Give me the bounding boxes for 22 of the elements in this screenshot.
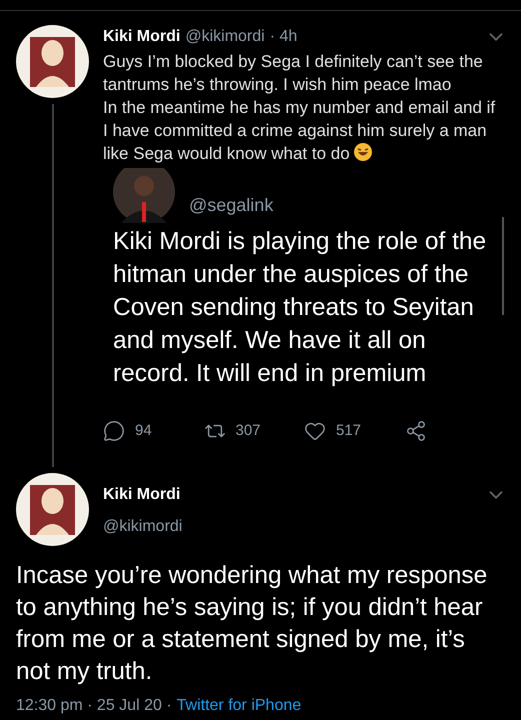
heart-icon[interactable]	[304, 420, 326, 442]
avatar[interactable]	[16, 25, 89, 98]
author-handle: @kikimordi	[185, 27, 265, 47]
tweet-text: Incase you’re wondering what my response to anything he’s saying is; if you didn’t hear from me or a statement signed by me, it’s not my truth.	[15, 560, 488, 686]
tweet-timestamp: 12:30 pm · 25 Jul 20 ·	[16, 696, 172, 716]
author-name: Kiki Mordi	[103, 484, 180, 504]
author-name: Kiki Mordi	[103, 27, 180, 47]
stat-count: 517	[336, 421, 362, 441]
tweet-text: In the meantime he has my number and email and if I have committed a crime against him surely a man like Sega would know what to do	[103, 97, 496, 165]
author-handle: @kikimordi	[103, 516, 184, 536]
stat-count: 307	[236, 421, 261, 441]
quoted-text: Kiki Mordi is playing the role of the hitman under the auspices of the Coven sending threats to Seyitan and myself. We have it all on record. It will end in premium	[113, 227, 488, 389]
quoted-handle: @segalink	[189, 194, 274, 217]
reply-icon[interactable]	[103, 420, 125, 442]
share-icon[interactable]	[404, 420, 426, 442]
tweet-text: Guys I’m blocked by Sega I definitely can’t see the tantrums he’s throwing. I wish him peace lmao	[103, 51, 484, 96]
laughing-emoji-icon	[354, 143, 372, 161]
tweet-time: · 4h	[270, 27, 298, 47]
avatar	[113, 168, 175, 223]
source-link[interactable]: Twitter for iPhone	[176, 694, 302, 718]
avatar[interactable]	[16, 472, 89, 546]
stat-count: 94	[135, 421, 152, 441]
